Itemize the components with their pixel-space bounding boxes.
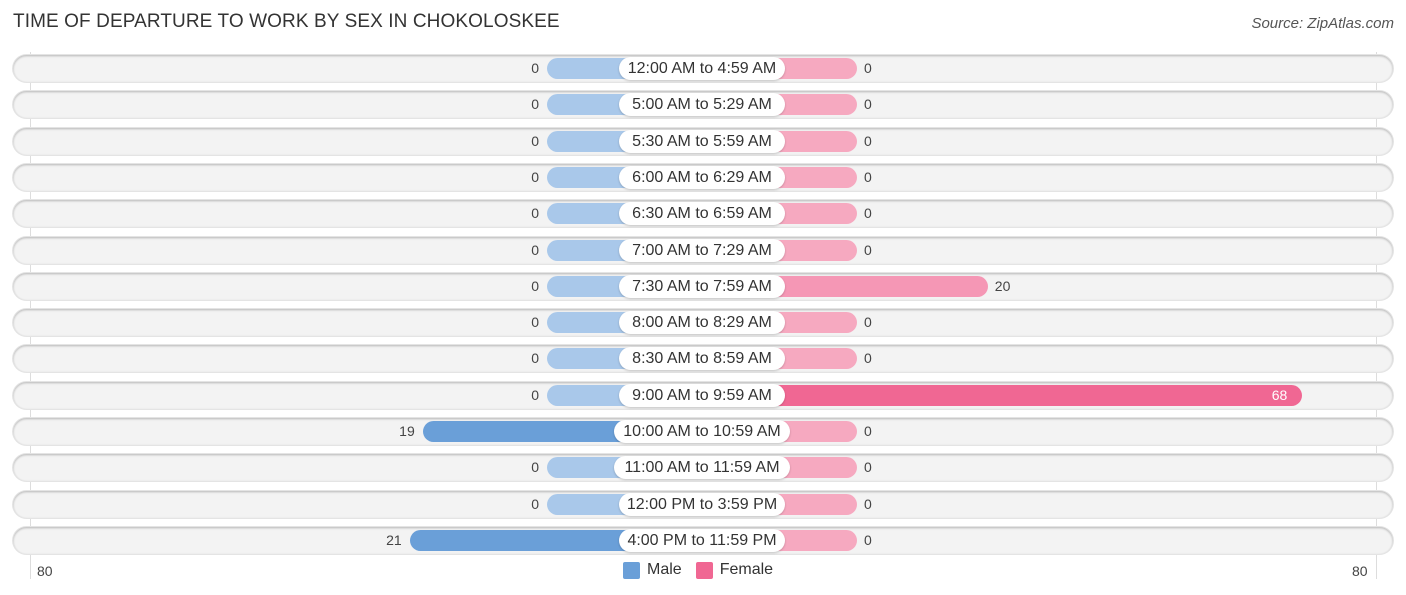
axis-label-left: 80 (37, 563, 53, 579)
legend-swatch-female (695, 561, 713, 579)
value-label-female: 0 (864, 205, 872, 221)
category-label: 11:00 AM to 11:59 AM (614, 456, 790, 479)
category-label: 8:30 AM to 8:59 AM (619, 347, 785, 370)
category-label: 8:00 AM to 8:29 AM (619, 311, 785, 334)
value-label-female: 0 (864, 350, 872, 366)
value-label-female: 0 (864, 423, 872, 439)
value-label-female: 0 (864, 532, 872, 548)
axis-label-right: 80 (1352, 563, 1368, 579)
value-label-male: 0 (531, 496, 539, 512)
source-label: Source: ZipAtlas.com (1251, 15, 1394, 32)
legend-label-female: Female (719, 561, 774, 578)
value-label-male: 21 (386, 532, 402, 548)
category-label: 7:00 AM to 7:29 AM (619, 239, 785, 262)
value-label-female: 0 (864, 60, 872, 76)
legend-item-female: Female (695, 561, 774, 579)
category-label: 9:00 AM to 9:59 AM (619, 384, 785, 407)
category-label: 12:00 AM to 4:59 AM (619, 57, 785, 80)
value-label-female: 0 (864, 96, 872, 112)
category-label: 6:30 AM to 6:59 AM (619, 202, 785, 225)
value-label-female: 0 (864, 133, 872, 149)
value-label-female: 0 (864, 496, 872, 512)
value-label-male: 0 (531, 205, 539, 221)
category-label: 5:30 AM to 5:59 AM (619, 130, 785, 153)
category-label: 5:00 AM to 5:29 AM (619, 93, 785, 116)
value-label-male: 0 (531, 278, 539, 294)
value-label-male: 0 (531, 459, 539, 475)
legend-item-male: Male (623, 561, 682, 579)
value-label-male: 0 (531, 133, 539, 149)
chart-title: TIME OF DEPARTURE TO WORK BY SEX IN CHOK… (13, 11, 560, 32)
category-label: 4:00 PM to 11:59 PM (619, 529, 785, 552)
value-label-female: 68 (1271, 387, 1288, 403)
bar-female (702, 385, 1302, 406)
value-label-male: 0 (531, 242, 539, 258)
value-label-female: 20 (994, 278, 1011, 294)
value-label-male: 0 (531, 314, 539, 330)
value-label-female: 0 (864, 314, 872, 330)
value-label-female: 0 (864, 169, 872, 185)
legend: Male Female (623, 561, 773, 579)
category-label: 12:00 PM to 3:59 PM (619, 493, 785, 516)
category-label: 6:00 AM to 6:29 AM (619, 166, 785, 189)
category-label: 10:00 AM to 10:59 AM (614, 420, 790, 443)
value-label-male: 0 (531, 350, 539, 366)
value-label-male: 0 (531, 169, 539, 185)
legend-label-male: Male (647, 561, 682, 578)
value-label-female: 0 (864, 242, 872, 258)
category-label: 7:30 AM to 7:59 AM (619, 275, 785, 298)
value-label-male: 0 (531, 387, 539, 403)
value-label-male: 19 (399, 423, 415, 439)
legend-swatch-male (623, 561, 640, 579)
value-label-male: 0 (531, 96, 539, 112)
value-label-female: 0 (864, 459, 872, 475)
value-label-male: 0 (531, 60, 539, 76)
